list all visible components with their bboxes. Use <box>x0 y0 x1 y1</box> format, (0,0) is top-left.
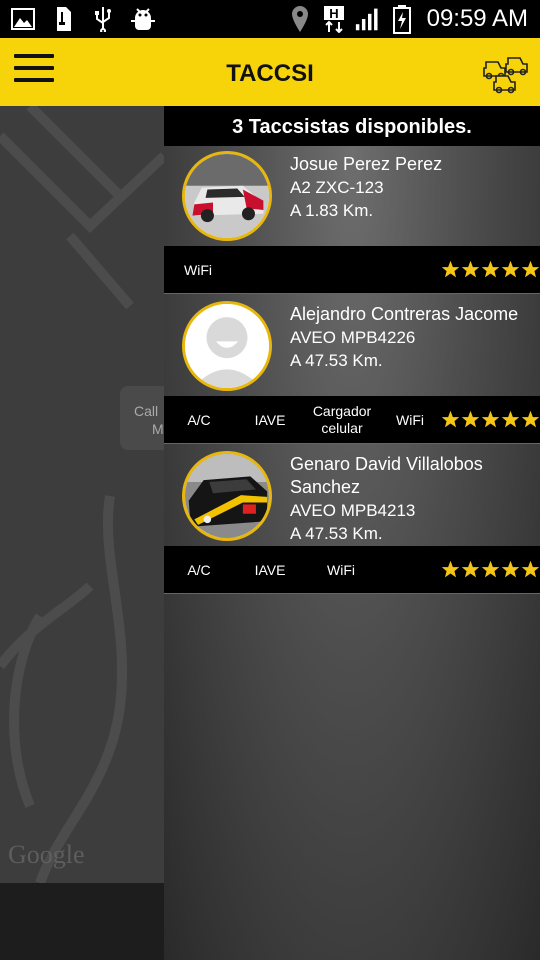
star-icon <box>481 260 500 278</box>
driver-features-bar: A/C IAVE Cargador celular WiFi <box>164 396 540 444</box>
star-icon <box>521 260 540 278</box>
star-icon <box>441 560 460 578</box>
feature-label: IAVE <box>254 561 286 578</box>
drivers-count-header: 3 Taccsistas disponibles. <box>164 106 540 146</box>
map-view[interactable]: Call M Google <box>0 106 164 883</box>
usb-icon <box>90 6 116 32</box>
driver-info: Alejandro Contreras Jacome AVEO MPB4226 … <box>290 303 538 372</box>
drivers-panel: 3 Taccsistas disponibles. Josue Perez Pe… <box>164 106 540 960</box>
driver-distance: A 47.53 Km. <box>290 524 383 543</box>
map-callout[interactable]: Call M <box>120 386 164 450</box>
driver-car: AVEO MPB4226 <box>290 328 416 347</box>
star-icon <box>461 260 480 278</box>
app-bar: TACCSI <box>0 38 540 106</box>
feature-label: A/C <box>187 561 211 578</box>
driver-photo-default-avatar <box>182 301 272 391</box>
driver-card[interactable]: Genaro David Villalobos Sanchez AVEO MPB… <box>164 446 540 546</box>
svg-text:H: H <box>329 6 338 21</box>
driver-features-bar: WiFi <box>164 246 540 294</box>
driver-distance: A 47.53 Km. <box>290 351 383 370</box>
rating-stars <box>441 560 540 579</box>
feature-label: A/C <box>187 411 211 428</box>
feature-label: WiFi <box>184 261 212 278</box>
driver-features-bar: A/C IAVE WiFi <box>164 546 540 594</box>
feature-label: IAVE <box>254 411 286 428</box>
google-watermark: Google <box>8 840 85 869</box>
driver-name: Josue Perez Perez <box>290 154 443 174</box>
driver-info: Genaro David Villalobos Sanchez AVEO MPB… <box>290 453 538 545</box>
battery-charging-icon <box>389 5 415 34</box>
driver-distance: A 1.83 Km. <box>290 201 374 220</box>
driver-card[interactable]: Josue Perez Perez A2 ZXC-123 A 1.83 Km. <box>164 146 540 246</box>
driver-photo-taxi <box>182 151 272 241</box>
star-icon <box>501 410 520 428</box>
map-callout-line-1: Call <box>134 403 159 419</box>
map-bottom-bar <box>0 883 164 960</box>
driver-name: Genaro David Villalobos Sanchez <box>290 454 483 497</box>
star-icon <box>521 410 540 428</box>
driver-car: AVEO MPB4213 <box>290 501 416 520</box>
app-title: TACCSI <box>226 60 314 87</box>
star-icon <box>521 560 540 578</box>
taxi-fleet-icon[interactable] <box>482 48 532 96</box>
star-icon <box>501 560 520 578</box>
rating-stars <box>441 410 540 429</box>
map-callout-line-2: M <box>152 421 164 437</box>
sd-card-icon <box>50 6 76 32</box>
driver-card[interactable]: Alejandro Contreras Jacome AVEO MPB4226 … <box>164 296 540 396</box>
star-icon <box>441 410 460 428</box>
star-icon <box>441 260 460 278</box>
rating-stars <box>441 260 540 279</box>
feature-label: WiFi <box>396 411 424 428</box>
gallery-icon <box>10 6 36 32</box>
star-icon <box>461 560 480 578</box>
driver-photo-black-taxi <box>182 451 272 541</box>
feature-label: Cargador celular <box>312 403 372 436</box>
android-debug-icon <box>130 6 156 32</box>
star-icon <box>481 410 500 428</box>
driver-car: A2 ZXC-123 <box>290 178 384 197</box>
star-icon <box>501 260 520 278</box>
driver-info: Josue Perez Perez A2 ZXC-123 A 1.83 Km. <box>290 153 538 222</box>
driver-name: Alejandro Contreras Jacome <box>290 304 519 324</box>
signal-icon <box>355 6 381 32</box>
star-icon <box>481 560 500 578</box>
status-bar: H 09:59 AM <box>0 0 540 38</box>
data-h-icon: H <box>321 6 347 33</box>
star-icon <box>461 410 480 428</box>
status-clock: 09:59 AM <box>426 5 528 32</box>
location-pin-icon <box>287 6 313 32</box>
feature-label: WiFi <box>327 561 355 578</box>
